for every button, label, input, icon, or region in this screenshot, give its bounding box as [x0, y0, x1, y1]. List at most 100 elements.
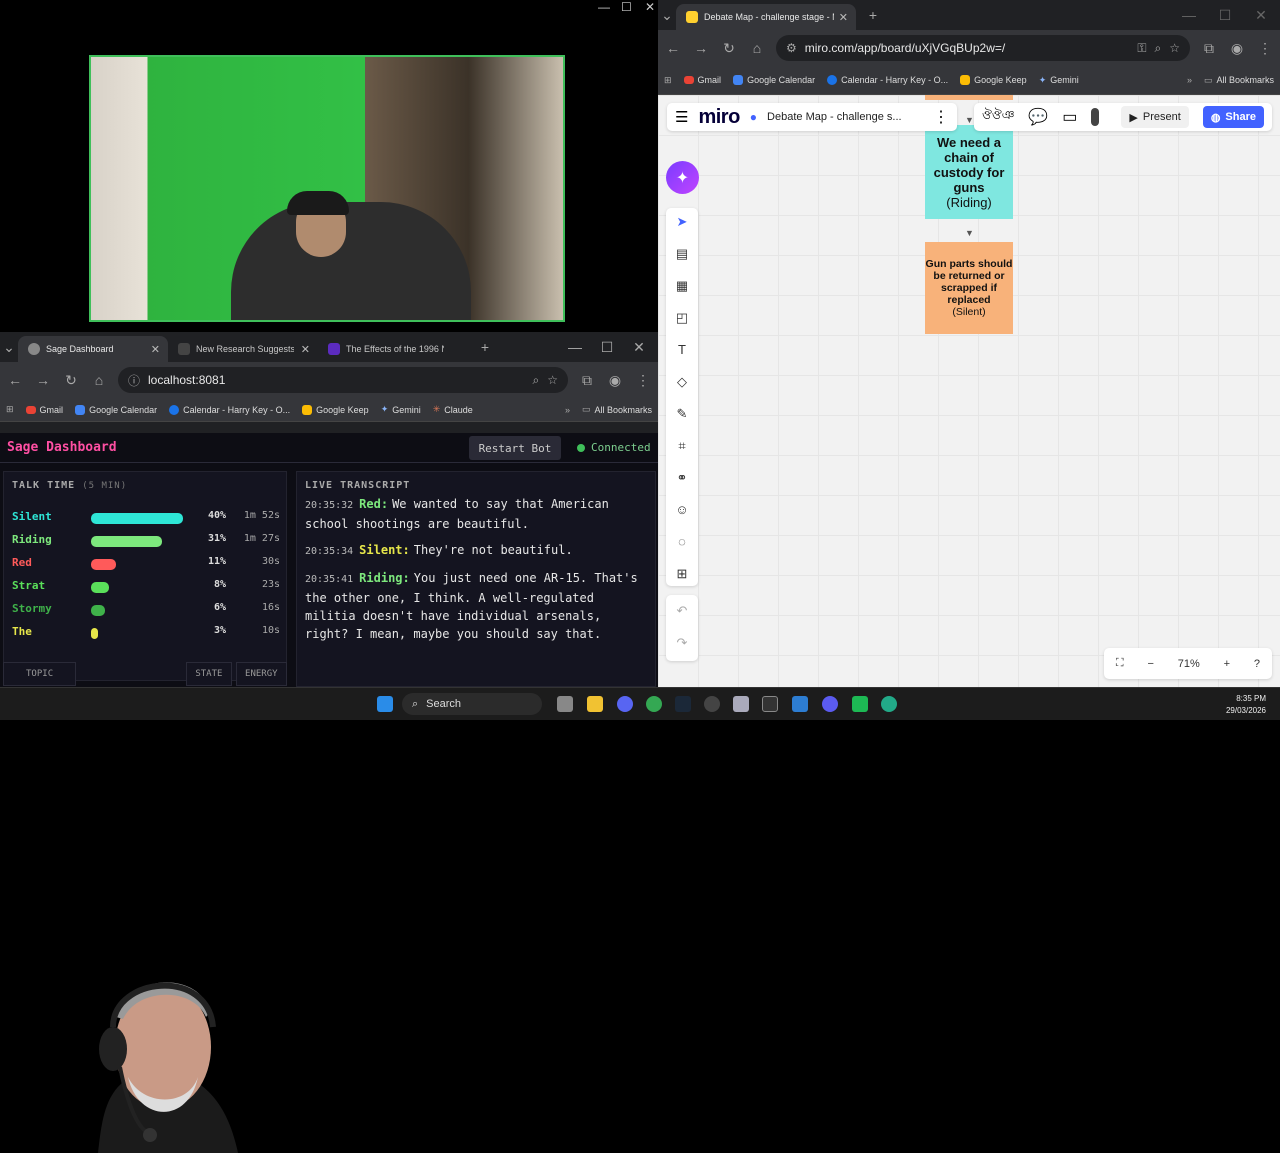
- board-name[interactable]: Debate Map - challenge s...: [767, 111, 902, 123]
- tab-energy[interactable]: ENERGY: [235, 662, 287, 686]
- powershell-icon[interactable]: [792, 696, 808, 712]
- bookmark-gmail[interactable]: Gmail: [683, 75, 721, 85]
- maximize-icon[interactable]: ☐: [1216, 7, 1234, 24]
- sticky-note-gun-parts[interactable]: Gun parts should be returned or scrapped…: [925, 242, 1013, 334]
- zoom-out-icon[interactable]: −: [1147, 658, 1153, 670]
- bookmark-keep[interactable]: Google Keep: [960, 75, 1027, 85]
- undo-icon[interactable]: ↶: [674, 603, 690, 619]
- address-bar[interactable]: ⓘ localhost:8081 ⌕ ☆: [118, 367, 568, 393]
- close-button[interactable]: ✕: [645, 0, 655, 14]
- bookmark-gemini[interactable]: ✦ Gemini: [1039, 75, 1079, 86]
- ai-assist-button[interactable]: ✦: [666, 161, 699, 194]
- back-icon[interactable]: ←: [664, 40, 682, 56]
- minimize-icon[interactable]: —: [1180, 7, 1198, 23]
- tab-search-icon[interactable]: ⌄: [658, 7, 676, 24]
- sticky-note-icon[interactable]: ◰: [674, 310, 690, 326]
- close-tab-icon[interactable]: ✕: [839, 11, 848, 24]
- reactions-icon[interactable]: ঔঔঞ: [982, 107, 1014, 127]
- bookmark-claude[interactable]: ✳ Claude: [433, 404, 473, 415]
- help-icon[interactable]: ?: [1254, 658, 1260, 670]
- app-icon[interactable]: [852, 696, 868, 712]
- layout-icon[interactable]: ▦: [674, 278, 690, 294]
- home-icon[interactable]: ⌂: [90, 372, 108, 388]
- task-view-icon[interactable]: [557, 696, 573, 712]
- reload-icon[interactable]: ↻: [720, 40, 738, 57]
- hamburger-menu-icon[interactable]: ☰: [675, 108, 688, 126]
- restart-bot-button[interactable]: Restart Bot: [469, 436, 561, 460]
- app-icon[interactable]: [881, 696, 897, 712]
- miro-board-canvas[interactable]: ▼ We need a chain of custody for guns (R…: [658, 95, 1280, 687]
- home-icon[interactable]: ⌂: [748, 40, 766, 56]
- miro-logo[interactable]: miro: [698, 106, 740, 129]
- bookmark-calendar[interactable]: Google Calendar: [733, 75, 815, 85]
- tab-effects[interactable]: The Effects of the 1996 Ne: [318, 336, 468, 362]
- zoom-icon[interactable]: ⌕: [1155, 41, 1162, 56]
- minimize-icon[interactable]: —: [566, 339, 584, 355]
- tab-topic[interactable]: TOPIC: [3, 662, 77, 686]
- extensions-icon[interactable]: ⧉: [1200, 40, 1218, 57]
- all-bookmarks[interactable]: ▭ All Bookmarks: [1204, 75, 1274, 86]
- sticky-note-chain-of-custody[interactable]: We need a chain of custody for guns (Rid…: [925, 125, 1013, 219]
- terminal-icon[interactable]: [762, 696, 778, 712]
- apps-icon[interactable]: ⊞: [6, 404, 14, 415]
- templates-icon[interactable]: ▤: [674, 246, 690, 262]
- zoom-level[interactable]: 71%: [1178, 658, 1200, 670]
- file-explorer-icon[interactable]: [587, 696, 603, 712]
- bookmark-keep[interactable]: Google Keep: [302, 404, 369, 415]
- site-settings-icon[interactable]: ⚙: [786, 41, 797, 55]
- info-icon[interactable]: ⓘ: [128, 372, 140, 389]
- redo-icon[interactable]: ↷: [674, 635, 690, 651]
- more-tools-icon[interactable]: ⊞: [674, 566, 690, 582]
- fit-to-screen-icon[interactable]: ⛶: [1116, 657, 1124, 670]
- star-icon[interactable]: ☆: [547, 373, 558, 387]
- new-tab-icon[interactable]: +: [864, 7, 882, 23]
- tab-state[interactable]: STATE: [186, 662, 232, 686]
- forward-icon[interactable]: →: [34, 372, 52, 388]
- close-icon[interactable]: ✕: [630, 339, 648, 356]
- reload-icon[interactable]: ↻: [62, 372, 80, 389]
- frame-icon[interactable]: ⌗: [674, 438, 690, 454]
- more-bookmarks-icon[interactable]: »: [1187, 75, 1192, 85]
- share-button[interactable]: ◍ Share: [1202, 106, 1264, 128]
- profile-icon[interactable]: ◉: [606, 372, 624, 389]
- menu-icon[interactable]: ⋮: [634, 372, 652, 389]
- comments-icon[interactable]: 💬: [1028, 107, 1048, 127]
- start-icon[interactable]: [377, 696, 393, 712]
- comment-icon[interactable]: ◌: [674, 534, 690, 550]
- bookmark-gmail[interactable]: Gmail: [25, 405, 63, 415]
- password-key-icon[interactable]: ⚿: [1137, 41, 1146, 56]
- present-button[interactable]: ▶ Present: [1121, 106, 1189, 128]
- menu-icon[interactable]: ⋮: [1256, 40, 1274, 57]
- tab-miro[interactable]: Debate Map - challenge stage - Miro ✕: [676, 4, 856, 30]
- star-icon[interactable]: ☆: [1169, 41, 1180, 55]
- close-tab-icon[interactable]: ✕: [151, 343, 160, 356]
- apps-icon[interactable]: ⊞: [664, 75, 672, 86]
- bookmark-calendar-harry[interactable]: Calendar - Harry Key - O...: [169, 404, 290, 415]
- obs-icon[interactable]: [704, 696, 720, 712]
- zoom-in-icon[interactable]: +: [1224, 658, 1230, 670]
- system-clock[interactable]: 8:35 PM 29/03/2026: [1226, 693, 1266, 717]
- tab-search-icon[interactable]: ⌄: [0, 339, 18, 356]
- tab-research[interactable]: New Research Suggests O ✕: [168, 336, 318, 362]
- discord-icon[interactable]: [617, 696, 633, 712]
- tab-sage-dashboard[interactable]: Sage Dashboard ✕: [18, 336, 168, 362]
- notepad-icon[interactable]: [733, 696, 749, 712]
- minimize-button[interactable]: —: [598, 0, 610, 14]
- app-icon[interactable]: [822, 696, 838, 712]
- address-bar[interactable]: ⚙ miro.com/app/board/uXjVGqBUp2w=/ ⚿ ⌕ ☆: [776, 35, 1190, 61]
- back-icon[interactable]: ←: [6, 372, 24, 388]
- bookmark-gemini[interactable]: ✦ Gemini: [381, 404, 421, 415]
- forward-icon[interactable]: →: [692, 40, 710, 56]
- chrome-icon[interactable]: [646, 696, 662, 712]
- avatar[interactable]: [1091, 108, 1100, 126]
- close-icon[interactable]: ✕: [1252, 7, 1270, 24]
- more-bookmarks-icon[interactable]: »: [565, 405, 570, 415]
- maximize-button[interactable]: ☐: [621, 0, 632, 14]
- pen-icon[interactable]: ✎: [674, 406, 690, 422]
- shapes-icon[interactable]: ◇: [674, 374, 690, 390]
- all-bookmarks[interactable]: ▭ All Bookmarks: [582, 404, 652, 415]
- zoom-icon[interactable]: ⌕: [533, 373, 540, 388]
- maximize-icon[interactable]: ☐: [598, 339, 616, 356]
- sticky-note-partial[interactable]: [925, 95, 1013, 100]
- new-tab-icon[interactable]: +: [476, 339, 494, 355]
